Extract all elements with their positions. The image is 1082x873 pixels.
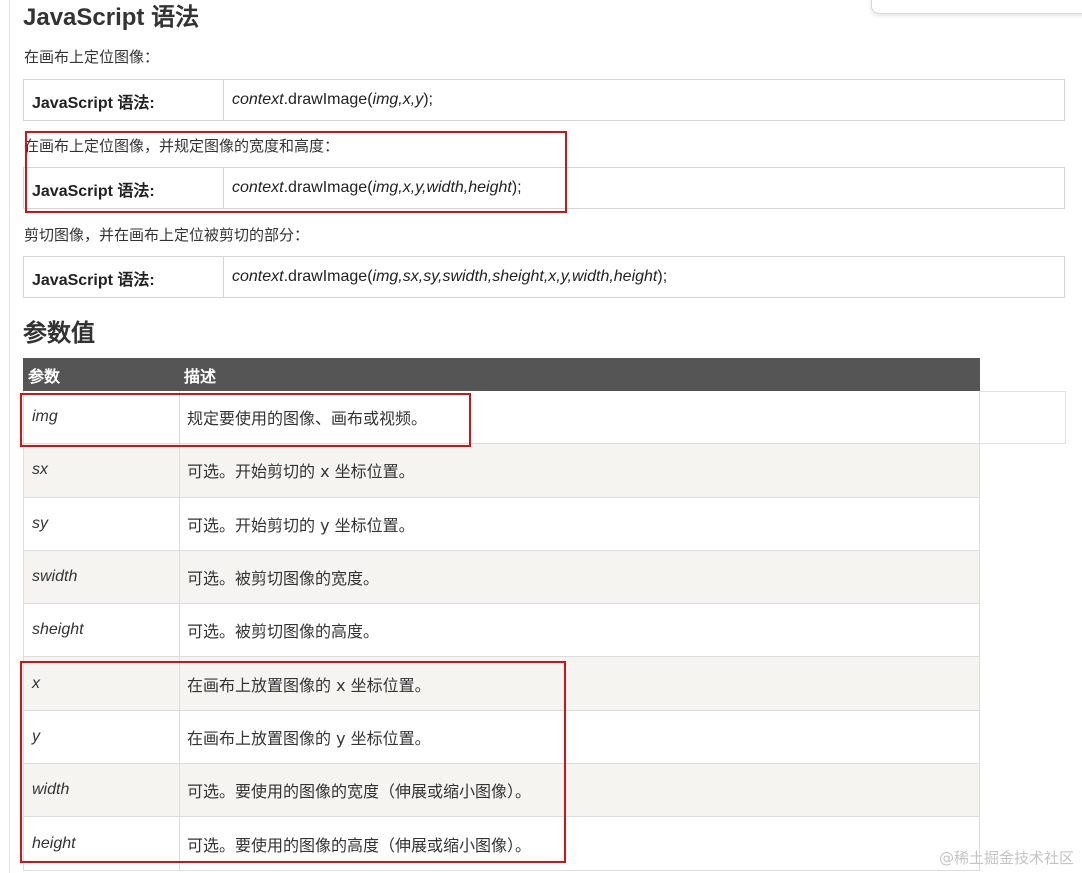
code-context: context (232, 179, 284, 196)
table-row: width 可选。要使用的图像的宽度（伸展或缩小图像）。 (23, 764, 980, 818)
left-divider (9, 0, 10, 873)
code-close: ); (657, 268, 668, 285)
params-table: 参数 描述 img 规定要使用的图像、画布或视频。 sx 可选。开始剪切的 x … (23, 358, 980, 871)
syntax-code: context .drawImage(img,x,y,width,height); (224, 168, 1064, 208)
syntax-label: JavaScript 语法: (24, 80, 224, 120)
code-method: .drawImage( (283, 91, 373, 108)
table-row: sx 可选。开始剪切的 x 坐标位置。 (23, 444, 980, 498)
table-row: swidth 可选。被剪切图像的宽度。 (23, 550, 980, 605)
table-row: y 在画布上放置图像的 y 坐标位置。 (23, 710, 980, 765)
param-desc: 可选。要使用的图像的宽度（伸展或缩小图像）。 (180, 764, 980, 817)
header-param: 参数 (28, 366, 61, 386)
param-desc: 可选。开始剪切的 x 坐标位置。 (180, 444, 980, 497)
syntax-box-2: JavaScript 语法: context .drawImage(img,x,y… (23, 167, 1065, 209)
syntax-label: JavaScript 语法: (24, 257, 224, 297)
syntax-intro-2: 在画布上定位图像，并规定图像的宽度和高度： (24, 137, 340, 155)
table-row: sy 可选。开始剪切的 y 坐标位置。 (23, 497, 980, 551)
code-context: context (232, 268, 284, 285)
floating-card (871, 0, 1082, 14)
syntax-box-1: JavaScript 语法: context .drawImage(img,x,y… (23, 79, 1065, 121)
table-row: sheight 可选。被剪切图像的高度。 (23, 604, 980, 658)
param-name: sx (23, 444, 180, 497)
code-method: .drawImage( (283, 268, 373, 285)
syntax-heading: JavaScript 语法 (23, 4, 200, 31)
code-args: img,sx,sy,swidth,sheight,x,y,width,heigh… (372, 268, 658, 285)
params-heading: 参数值 (23, 320, 95, 347)
param-desc: 可选。要使用的图像的高度（伸展或缩小图像）。 (180, 817, 980, 870)
code-args: img,x,y (372, 91, 424, 108)
row-extension (980, 391, 1066, 444)
syntax-intro-3: 剪切图像，并在画布上定位被剪切的部分： (24, 226, 310, 244)
param-desc: 在画布上放置图像的 x 坐标位置。 (180, 657, 980, 710)
code-args: img,x,y,width,height (372, 179, 512, 196)
param-name: width (23, 764, 180, 817)
param-desc: 可选。被剪切图像的宽度。 (180, 550, 980, 604)
param-name: height (23, 817, 180, 870)
param-desc: 可选。被剪切图像的高度。 (180, 604, 980, 657)
code-context: context (232, 91, 284, 108)
syntax-code: context .drawImage(img,sx,sy,swidth,sheig… (224, 257, 1064, 297)
param-name: sy (23, 497, 180, 550)
param-name: img (23, 391, 180, 444)
code-method: .drawImage( (283, 179, 373, 196)
param-name: x (23, 657, 180, 710)
header-desc: 描述 (184, 366, 217, 386)
code-close: ); (511, 179, 522, 196)
page: JavaScript 语法 在画布上定位图像： JavaScript 语法: c… (0, 0, 1082, 873)
table-row: height 可选。要使用的图像的高度（伸展或缩小图像）。 (23, 817, 980, 871)
param-desc: 在画布上放置图像的 y 坐标位置。 (180, 710, 980, 764)
watermark: @稀土掘金技术社区 (938, 849, 1074, 867)
param-name: swidth (23, 550, 180, 604)
table-header: 参数 描述 (23, 358, 980, 391)
code-close: ); (423, 91, 433, 108)
table-row: x 在画布上放置图像的 x 坐标位置。 (23, 657, 980, 711)
syntax-label: JavaScript 语法: (24, 168, 224, 208)
param-desc: 规定要使用的图像、画布或视频。 (180, 391, 980, 444)
syntax-code: context .drawImage(img,x,y); (224, 80, 1064, 120)
param-name: y (23, 710, 180, 764)
table-row: img 规定要使用的图像、画布或视频。 (23, 391, 980, 445)
syntax-box-3: JavaScript 语法: context .drawImage(img,sx,… (23, 256, 1065, 298)
syntax-intro-1: 在画布上定位图像： (24, 48, 160, 66)
param-name: sheight (23, 604, 180, 657)
param-desc: 可选。开始剪切的 y 坐标位置。 (180, 497, 980, 550)
